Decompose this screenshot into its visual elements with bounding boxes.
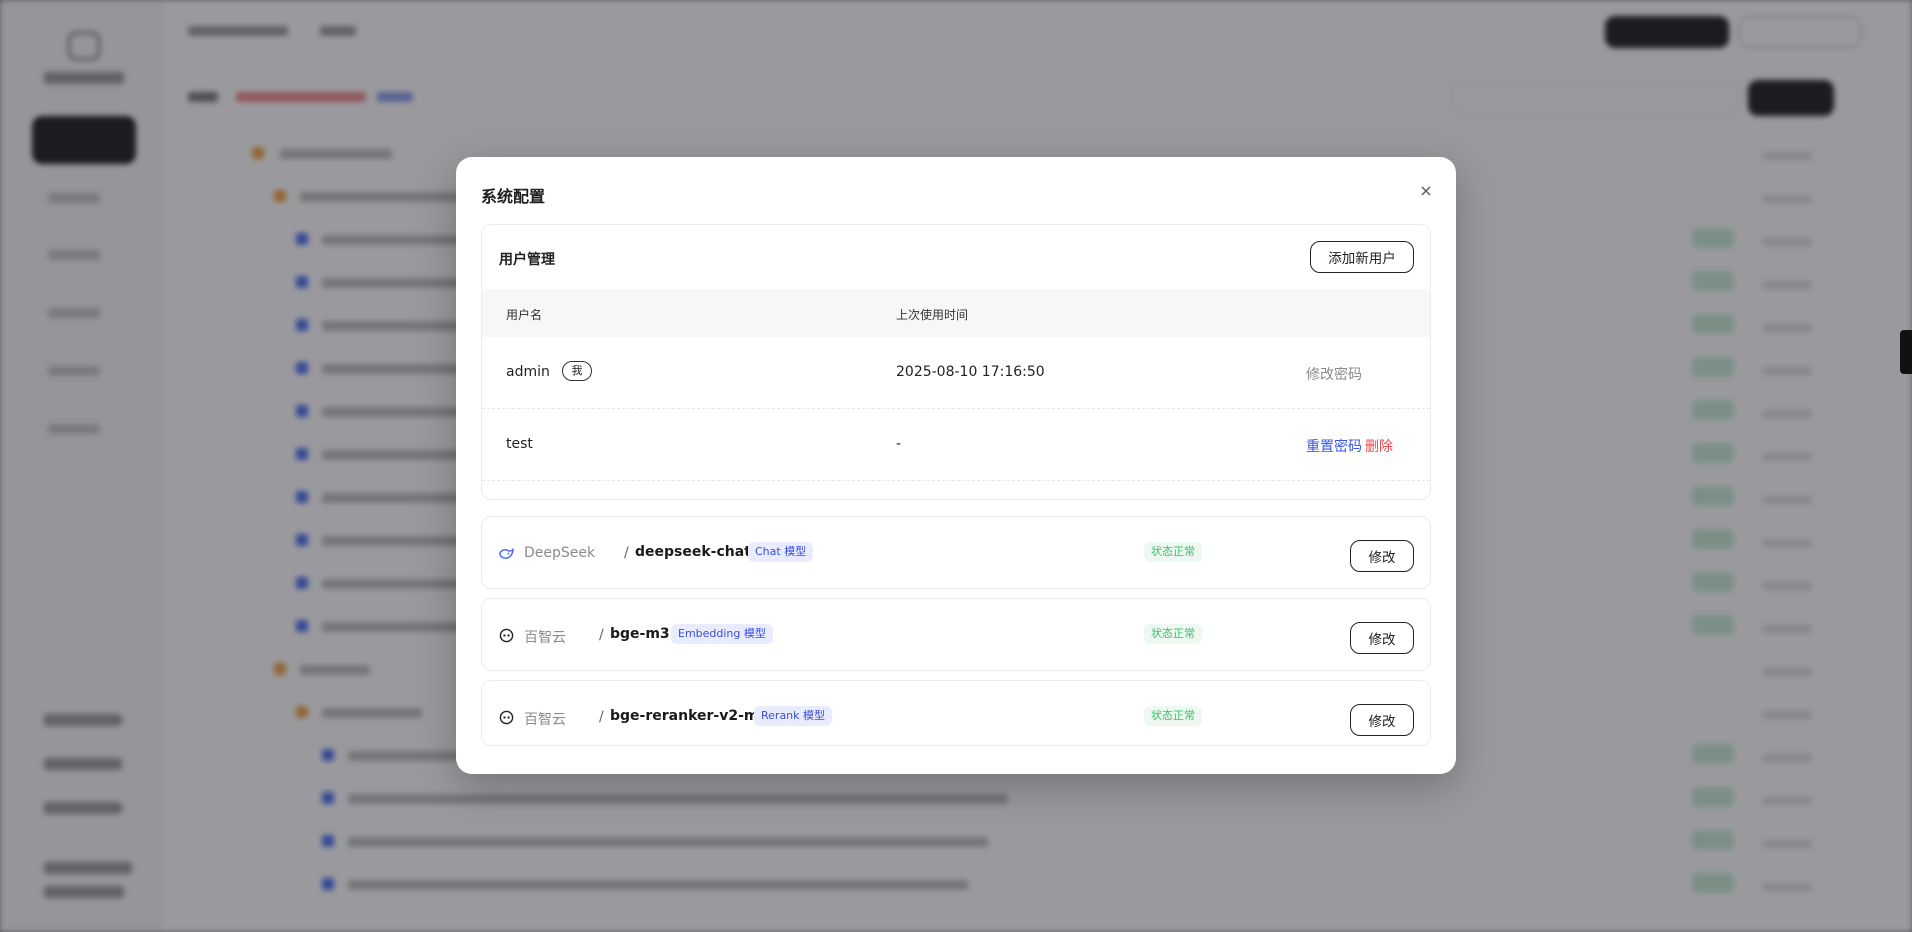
username-cell: admin <box>506 364 550 380</box>
edge-feedback-tab[interactable] <box>1900 330 1912 374</box>
status-badge: 状态正常 <box>1144 706 1202 726</box>
model-provider: 百智云 <box>524 630 566 646</box>
column-last-used: 上次使用时间 <box>896 308 969 322</box>
change-password-link[interactable]: 修改密码 <box>1306 364 1362 384</box>
reset-password-link[interactable]: 重置密码 <box>1306 436 1362 456</box>
baizhiyun-robot-icon <box>499 628 514 643</box>
close-icon[interactable]: × <box>1416 181 1436 201</box>
column-username: 用户名 <box>506 308 543 322</box>
model-card-embedding: 百智云 / bge-m3 Embedding 模型 状态正常 修改 <box>481 598 1431 671</box>
model-type-tag: Embedding 模型 <box>671 624 773 644</box>
username-cell: test <box>506 436 533 452</box>
modal-title: 系统配置 <box>481 187 546 206</box>
add-user-button[interactable]: 添加新用户 <box>1310 241 1414 273</box>
model-provider: 百智云 <box>524 712 566 728</box>
edit-model-button[interactable]: 修改 <box>1350 540 1414 572</box>
model-card-rerank: 百智云 / bge-reranker-v2-m3 Rerank 模型 状态正常 … <box>481 680 1431 746</box>
model-type-tag: Rerank 模型 <box>754 706 833 726</box>
status-badge: 状态正常 <box>1144 542 1202 562</box>
table-row: admin 我 2025-08-10 17:16:50 修改密码 <box>482 337 1430 409</box>
model-name: bge-m3 <box>610 626 670 642</box>
edit-model-button[interactable]: 修改 <box>1350 622 1414 654</box>
model-provider: DeepSeek <box>524 545 596 561</box>
last-used-cell: - <box>896 436 902 452</box>
model-name: deepseek-chat <box>635 544 751 560</box>
system-config-modal: 系统配置 × 用户管理 添加新用户 用户名 上次使用时间 admin 我 202… <box>456 157 1456 774</box>
status-badge: 状态正常 <box>1144 624 1202 644</box>
user-management-title: 用户管理 <box>499 252 555 268</box>
model-card-chat: DeepSeek / deepseek-chat Chat 模型 状态正常 修改 <box>481 516 1431 589</box>
last-used-cell: 2025-08-10 17:16:50 <box>896 364 1045 380</box>
model-type-tag: Chat 模型 <box>748 542 814 562</box>
deepseek-whale-icon <box>499 548 514 559</box>
table-row: test - 重置密码 删除 <box>482 409 1430 481</box>
delete-user-link[interactable]: 删除 <box>1365 436 1393 456</box>
baizhiyun-robot-icon <box>499 710 514 725</box>
user-management-card: 用户管理 添加新用户 用户名 上次使用时间 admin 我 2025-08-10… <box>481 224 1431 500</box>
current-user-badge: 我 <box>562 361 592 381</box>
model-name: bge-reranker-v2-m3 <box>610 708 769 724</box>
user-table-header: 用户名 上次使用时间 <box>482 289 1430 337</box>
edit-model-button[interactable]: 修改 <box>1350 704 1414 736</box>
